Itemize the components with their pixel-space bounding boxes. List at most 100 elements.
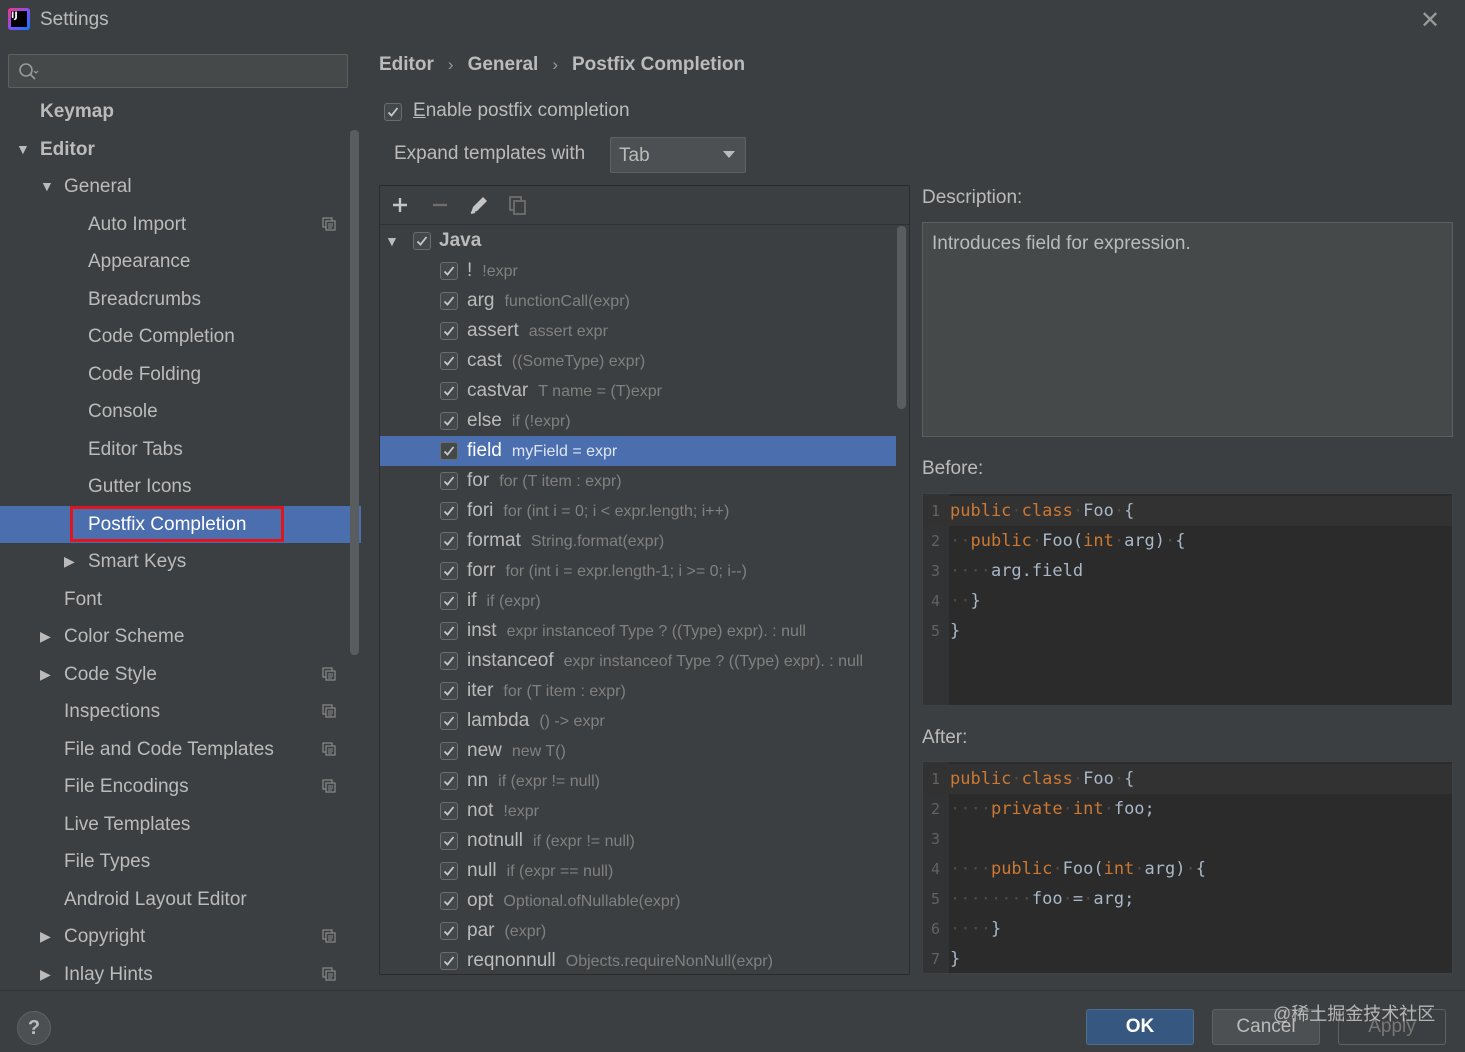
- template-checkbox[interactable]: [440, 442, 458, 460]
- sidebar-item-general[interactable]: ▼ General: [0, 168, 361, 205]
- template-row[interactable]: ! !expr: [380, 256, 896, 286]
- sidebar-item-appearance[interactable]: Appearance: [0, 243, 361, 280]
- template-checkbox[interactable]: [440, 412, 458, 430]
- sidebar-item-editor[interactable]: ▼ Editor: [0, 131, 361, 168]
- sidebar-item-editor-tabs[interactable]: Editor Tabs: [0, 431, 361, 468]
- sidebar-item-color-scheme[interactable]: ▶ Color Scheme: [0, 618, 361, 655]
- help-button[interactable]: ?: [17, 1011, 51, 1045]
- sidebar-item-inspections[interactable]: Inspections: [0, 693, 361, 730]
- sidebar-item-android-layout-editor[interactable]: Android Layout Editor: [0, 881, 361, 918]
- expand-key-select[interactable]: Tab: [610, 137, 746, 173]
- sidebar-item-keymap[interactable]: Keymap: [0, 93, 361, 130]
- template-checkbox[interactable]: [440, 382, 458, 400]
- template-checkbox[interactable]: [440, 352, 458, 370]
- code-whitespace: ·: [1011, 501, 1022, 521]
- template-group-java[interactable]: ▼ Java: [380, 226, 896, 256]
- sidebar-item-code-folding[interactable]: Code Folding: [0, 356, 361, 393]
- enable-postfix-checkbox[interactable]: [384, 103, 402, 121]
- template-checkbox[interactable]: [440, 802, 458, 820]
- template-checkbox[interactable]: [440, 472, 458, 490]
- sidebar-item-code-completion[interactable]: Code Completion: [0, 318, 361, 355]
- expand-arrow-down-icon[interactable]: ▼: [385, 226, 399, 256]
- template-row[interactable]: notnull if (expr != null): [380, 826, 896, 856]
- sidebar-scrollbar[interactable]: [350, 130, 359, 655]
- template-row[interactable]: null if (expr == null): [380, 856, 896, 886]
- template-checkbox[interactable]: [440, 622, 458, 640]
- template-checkbox[interactable]: [440, 922, 458, 940]
- template-row[interactable]: forr for (int i = expr.length-1; i >= 0; …: [380, 556, 896, 586]
- sidebar-item-live-templates[interactable]: Live Templates: [0, 806, 361, 843]
- ok-button[interactable]: OK: [1086, 1009, 1194, 1045]
- sidebar-item-copyright[interactable]: ▶ Copyright: [0, 918, 361, 955]
- code-line: 5}: [923, 616, 1452, 646]
- search-input[interactable]: [8, 54, 348, 88]
- sidebar-item-auto-import[interactable]: Auto Import: [0, 206, 361, 243]
- template-row[interactable]: nn if (expr != null): [380, 766, 896, 796]
- template-row[interactable]: if if (expr): [380, 586, 896, 616]
- template-row[interactable]: lambda () -> expr: [380, 706, 896, 736]
- template-row[interactable]: iter for (T item : expr): [380, 676, 896, 706]
- breadcrumb-item-general[interactable]: General: [468, 54, 539, 75]
- template-checkbox[interactable]: [440, 742, 458, 760]
- sidebar-item-breadcrumbs[interactable]: Breadcrumbs: [0, 281, 361, 318]
- template-key: !: [467, 260, 473, 281]
- template-row[interactable]: new new T(): [380, 736, 896, 766]
- template-checkbox[interactable]: [440, 892, 458, 910]
- template-checkbox[interactable]: [440, 292, 458, 310]
- sidebar-item-file-encodings[interactable]: File Encodings: [0, 768, 361, 805]
- sidebar-item-file-types[interactable]: File Types: [0, 843, 361, 880]
- template-checkbox[interactable]: [440, 592, 458, 610]
- template-checkbox[interactable]: [440, 322, 458, 340]
- template-checkbox[interactable]: [440, 682, 458, 700]
- template-checkbox[interactable]: [440, 532, 458, 550]
- template-row[interactable]: castvar T name = (T)expr: [380, 376, 896, 406]
- sidebar-item-file-and-code-templates[interactable]: File and Code Templates: [0, 731, 361, 768]
- close-icon[interactable]: ✕: [1420, 6, 1440, 35]
- template-row[interactable]: assert assert expr: [380, 316, 896, 346]
- expand-arrow-right-icon[interactable]: ▶: [40, 956, 51, 993]
- template-checkbox[interactable]: [440, 502, 458, 520]
- template-row[interactable]: field myField = expr: [380, 436, 896, 466]
- template-row[interactable]: format String.format(expr): [380, 526, 896, 556]
- sidebar-item-font[interactable]: Font: [0, 581, 361, 618]
- template-checkbox[interactable]: [440, 862, 458, 880]
- template-checkbox[interactable]: [440, 832, 458, 850]
- template-row[interactable]: arg functionCall(expr): [380, 286, 896, 316]
- template-row[interactable]: reqnonnull Objects.requireNonNull(expr): [380, 946, 896, 974]
- template-row[interactable]: inst expr instanceof Type ? ((Type) expr)…: [380, 616, 896, 646]
- enable-postfix-label[interactable]: Enable postfix completion: [413, 100, 630, 122]
- template-row[interactable]: par (expr): [380, 916, 896, 946]
- template-checkbox[interactable]: [440, 772, 458, 790]
- templates-scrollbar[interactable]: [897, 226, 906, 409]
- add-icon[interactable]: [388, 193, 412, 217]
- sidebar-item-inlay-hints[interactable]: ▶ Inlay Hints: [0, 956, 361, 993]
- template-row[interactable]: cast ((SomeType) expr): [380, 346, 896, 376]
- group-checkbox[interactable]: [413, 232, 431, 250]
- template-row[interactable]: fori for (int i = 0; i < expr.length; i++…: [380, 496, 896, 526]
- sidebar-item-code-style[interactable]: ▶ Code Style: [0, 656, 361, 693]
- template-row[interactable]: instanceof expr instanceof Type ? ((Type)…: [380, 646, 896, 676]
- sidebar-item-gutter-icons[interactable]: Gutter Icons: [0, 468, 361, 505]
- template-row[interactable]: not !expr: [380, 796, 896, 826]
- remove-icon[interactable]: [428, 193, 452, 217]
- expand-arrow-right-icon[interactable]: ▶: [64, 543, 75, 580]
- template-checkbox[interactable]: [440, 712, 458, 730]
- template-checkbox[interactable]: [440, 652, 458, 670]
- breadcrumb-item-editor[interactable]: Editor: [379, 54, 434, 75]
- expand-arrow-down-icon[interactable]: ▼: [40, 168, 54, 205]
- edit-icon[interactable]: [467, 193, 491, 217]
- expand-arrow-right-icon[interactable]: ▶: [40, 918, 51, 955]
- template-checkbox[interactable]: [440, 562, 458, 580]
- copy-icon[interactable]: [506, 193, 530, 217]
- template-row[interactable]: opt Optional.ofNullable(expr): [380, 886, 896, 916]
- expand-arrow-right-icon[interactable]: ▶: [40, 656, 51, 693]
- expand-arrow-down-icon[interactable]: ▼: [16, 131, 30, 168]
- code-token: Foo(: [1042, 531, 1084, 551]
- template-row[interactable]: for for (T item : expr): [380, 466, 896, 496]
- template-checkbox[interactable]: [440, 952, 458, 970]
- expand-arrow-right-icon[interactable]: ▶: [40, 618, 51, 655]
- template-checkbox[interactable]: [440, 262, 458, 280]
- template-row[interactable]: else if (!expr): [380, 406, 896, 436]
- sidebar-item-smart-keys[interactable]: ▶ Smart Keys: [0, 543, 361, 580]
- sidebar-item-console[interactable]: Console: [0, 393, 361, 430]
